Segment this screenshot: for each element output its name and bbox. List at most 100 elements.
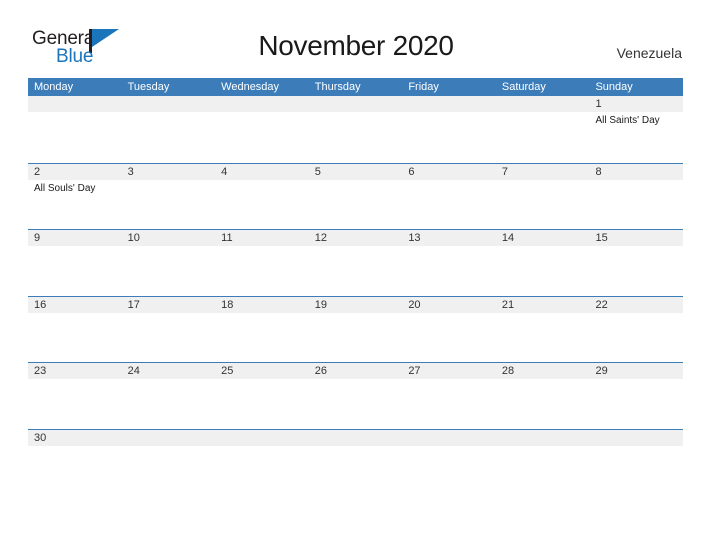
day-cell[interactable]: 29 [589, 363, 684, 429]
day-cell[interactable]: 26 [308, 363, 403, 429]
day-number-band [589, 96, 684, 112]
day-number: 2 [34, 165, 41, 178]
day-number: 11 [221, 232, 233, 244]
day-number: 20 [408, 298, 421, 311]
calendar-week-row: 2 All Souls' Day 3 4 5 6 7 8 [28, 162, 684, 230]
day-cell[interactable]: 2 All Souls' Day [28, 163, 122, 230]
weekday-header-tuesday: Tuesday [127, 81, 170, 93]
day-number: 22 [595, 298, 608, 311]
day-number: 14 [501, 232, 515, 244]
day-cell[interactable]: 4 [215, 163, 309, 230]
day-cell[interactable]: 11 [215, 230, 309, 296]
day-events: All Souls' Day [34, 182, 119, 195]
day-number: 4 [221, 165, 228, 178]
day-cell[interactable]: 15 [589, 230, 684, 296]
day-cell[interactable]: 16 [28, 296, 122, 363]
day-number-band [402, 429, 496, 446]
day-events: All Saints' Day [595, 114, 680, 127]
weekday-header-saturday: Saturday [501, 81, 546, 93]
weekday-header-thursday: Thursday [314, 81, 361, 93]
day-cell-empty [589, 429, 684, 496]
day-cell[interactable]: 21 [495, 296, 590, 363]
day-cell[interactable]: 1 All Saints' Day [589, 96, 684, 163]
day-cell-empty [402, 429, 496, 496]
calendar-week-row: 16 17 18 19 20 21 22 [28, 295, 684, 363]
day-cell[interactable]: 12 [308, 230, 403, 296]
day-cell-empty [28, 96, 122, 163]
day-number: 24 [127, 365, 140, 377]
day-cell[interactable]: 28 [495, 363, 590, 429]
day-number: 25 [221, 365, 234, 377]
day-cell[interactable]: 23 [28, 363, 122, 429]
day-cell-empty [495, 429, 590, 496]
week-days: 30 [28, 429, 684, 496]
day-number-band [402, 163, 496, 180]
day-cell[interactable]: 19 [308, 296, 403, 363]
day-cell-empty [495, 96, 590, 163]
day-number: 29 [595, 365, 608, 377]
day-number: 18 [221, 298, 234, 311]
day-cell-empty [121, 429, 216, 496]
day-cell[interactable]: 10 [121, 230, 216, 296]
calendar-grid: Monday Tuesday Wednesday Thursday Friday… [28, 78, 684, 496]
day-number: 13 [408, 232, 421, 244]
day-number: 7 [501, 165, 509, 178]
day-cell-empty [215, 96, 309, 163]
day-cell[interactable]: 27 [402, 363, 496, 429]
day-cell[interactable]: 7 [495, 163, 590, 230]
weekday-header-monday: Monday [34, 81, 74, 93]
day-cell[interactable]: 14 [495, 230, 590, 296]
calendar-weeks: 1 All Saints' Day 2 All Souls' Day 3 4 5 6 7 8 9 10… [28, 96, 684, 496]
day-cell[interactable]: 6 [402, 163, 496, 230]
day-number: 28 [501, 365, 515, 377]
calendar-week-row: 23 24 25 26 27 28 29 [28, 362, 684, 429]
page-header: General Blue November 2020 Venezuela [0, 0, 712, 78]
calendar-week-row: 1 All Saints' Day [28, 96, 684, 163]
day-number: 8 [595, 165, 602, 178]
day-cell[interactable]: 13 [402, 230, 496, 296]
day-number: 3 [127, 165, 134, 178]
day-number-band [495, 96, 590, 112]
week-days: 2 All Souls' Day 3 4 5 6 7 8 [28, 163, 684, 230]
day-cell[interactable]: 9 [28, 230, 122, 296]
week-days: 23 24 25 26 27 28 29 [28, 363, 684, 429]
day-number-band [28, 230, 122, 246]
day-number: 19 [314, 298, 327, 311]
day-number-band [215, 429, 309, 446]
page-title: November 2020 [258, 30, 454, 61]
day-number-band [589, 163, 684, 180]
day-cell[interactable]: 24 [121, 363, 216, 429]
day-cell[interactable]: 25 [215, 363, 309, 429]
calendar-week-row: 9 10 11 12 13 14 15 [28, 229, 684, 296]
day-cell[interactable]: 3 [121, 163, 216, 230]
day-cell[interactable]: 5 [308, 163, 403, 230]
calendar-week-row: 30 [28, 428, 684, 496]
calendar-page: General Blue November 2020 Venezuela Mon… [0, 0, 712, 550]
day-cell[interactable]: 22 [589, 296, 684, 363]
day-number-band [215, 163, 309, 180]
day-number-band [308, 429, 403, 446]
day-number: 9 [34, 232, 41, 244]
day-number-band [308, 163, 403, 180]
day-cell[interactable]: 8 [589, 163, 684, 230]
day-number-band [402, 96, 496, 112]
holiday-event: All Souls' Day [34, 182, 96, 194]
day-cell[interactable]: 17 [121, 296, 216, 363]
day-cell[interactable]: 30 [28, 429, 122, 496]
weekday-header-friday: Friday [408, 81, 439, 93]
day-cell[interactable]: 20 [402, 296, 496, 363]
weekday-header-wednesday: Wednesday [221, 81, 280, 93]
day-number-band [121, 429, 216, 446]
week-days: 16 17 18 19 20 21 22 [28, 296, 684, 363]
day-number-band [121, 163, 216, 180]
day-number-band [28, 96, 122, 112]
day-cell-empty [121, 96, 216, 163]
day-number: 23 [34, 365, 47, 377]
holiday-event: All Saints' Day [595, 115, 660, 126]
day-cell[interactable]: 18 [215, 296, 309, 363]
day-number: 1 [595, 98, 602, 110]
day-number: 21 [501, 298, 515, 311]
day-number: 5 [314, 165, 321, 178]
day-number: 10 [127, 232, 140, 244]
day-cell-empty [215, 429, 309, 496]
